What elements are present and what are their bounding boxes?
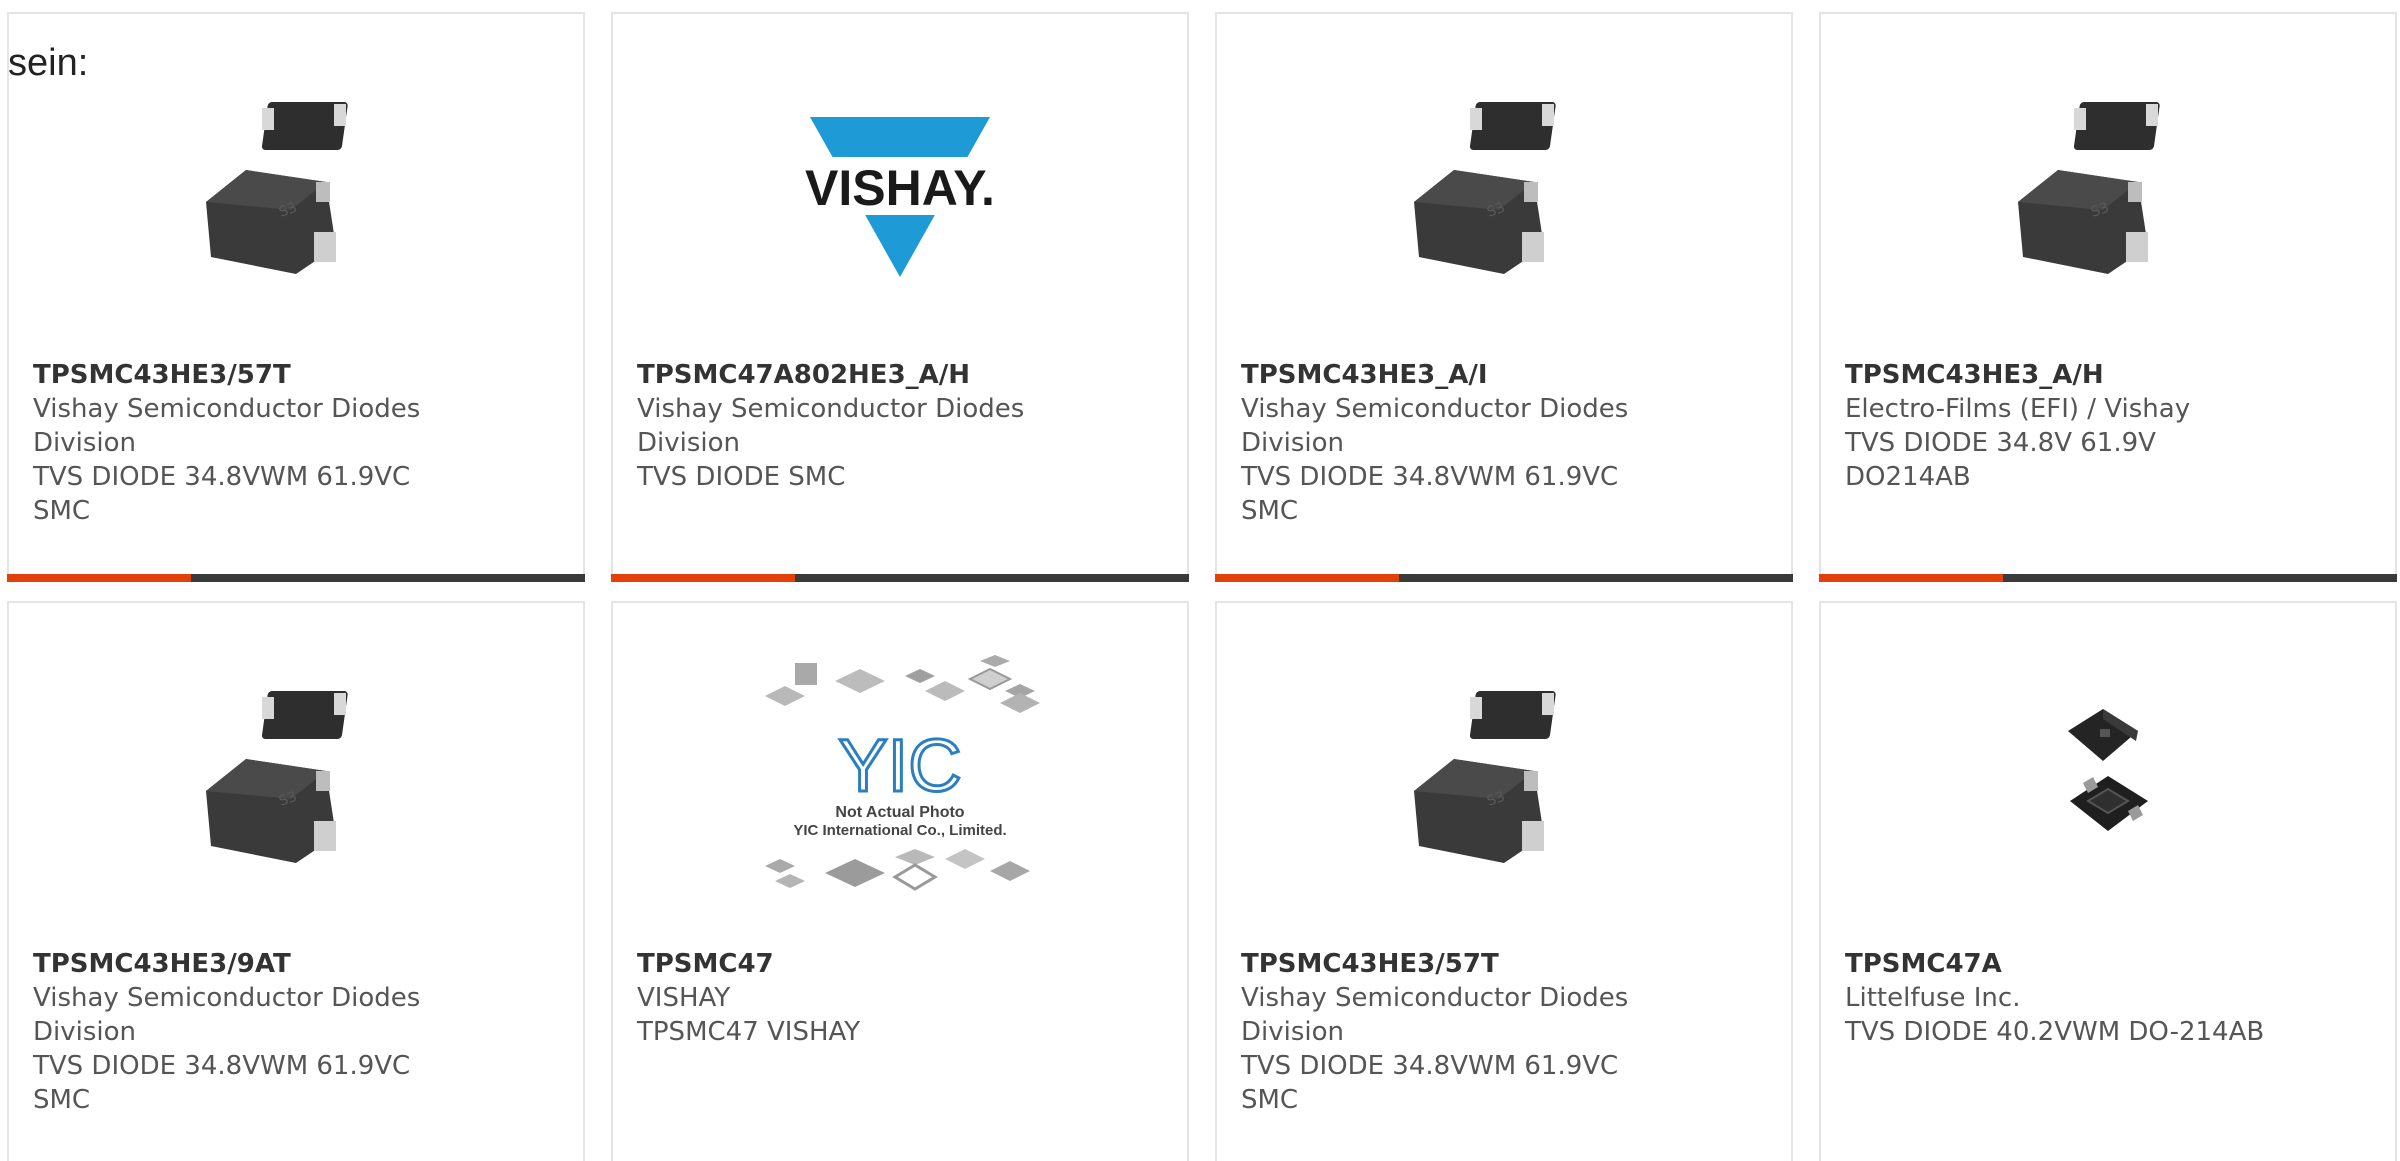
product-info: TPSMC47A802HE3_A/H Vishay Semiconductor … — [637, 358, 1163, 494]
manufacturer: Littelfuse Inc. — [1845, 983, 2021, 1013]
description: TPSMC47 VISHAY — [637, 1017, 861, 1047]
card-bottom-bar — [1819, 574, 2397, 582]
part-number[interactable]: TPSMC43HE3/57T — [33, 358, 559, 392]
card-bottom-bar — [611, 574, 1189, 582]
product-info: TPSMC43HE3_A/H Electro-Films (EFI) / Vis… — [1845, 358, 2371, 494]
product-info: TPSMC43HE3/57T Vishay Semiconductor Diod… — [33, 358, 559, 528]
manufacturer: Vishay Semiconductor Diodes Division — [1241, 983, 1629, 1047]
description: TVS DIODE 40.2VWM DO-214AB — [1845, 1017, 2265, 1047]
manufacturer: Vishay Semiconductor Diodes Division — [637, 394, 1025, 458]
smc-package-photo: S3 — [2018, 102, 2160, 274]
description: TVS DIODE 34.8VWM 61.9VC SMC — [1241, 462, 1619, 526]
description: TVS DIODE 34.8VWM 61.9VC SMC — [1241, 1051, 1619, 1115]
product-info: TPSMC47 VISHAY TPSMC47 VISHAY — [637, 947, 1163, 1049]
part-number[interactable]: TPSMC47A — [1845, 947, 2371, 981]
product-info: TPSMC47A Littelfuse Inc. TVS DIODE 40.2V… — [1845, 947, 2371, 1049]
manufacturer: Vishay Semiconductor Diodes Division — [33, 394, 421, 458]
product-card[interactable]: S3 TPSMC43HE3/57T Vishay Semiconductor D… — [1215, 601, 1793, 1161]
product-card[interactable]: S3 TPSMC43HE3_A/I Vishay Semiconductor D… — [1215, 12, 1793, 582]
part-number[interactable]: TPSMC43HE3_A/I — [1241, 358, 1767, 392]
product-card[interactable]: S3 TPSMC43HE3/9AT Vishay Semiconductor D… — [7, 601, 585, 1161]
vishay-logo-text: VISHAY. — [805, 160, 995, 216]
product-image-area: VISHAY. — [613, 66, 1187, 308]
product-image-area: S3 — [9, 655, 583, 897]
part-number[interactable]: TPSMC43HE3/9AT — [33, 947, 559, 981]
smc-package-photo: S3 — [206, 691, 348, 863]
vishay-logo: VISHAY. — [780, 117, 1020, 277]
product-card[interactable]: VISHAY. TPSMC47A802HE3_A/H Vishay Semico… — [611, 12, 1189, 582]
smc-package-photo: S3 — [1414, 102, 1556, 274]
do214-package-photo — [2068, 709, 2148, 831]
product-image-area: S3 — [9, 66, 583, 308]
smc-package-photo: S3 — [206, 102, 348, 274]
part-number[interactable]: TPSMC43HE3_A/H — [1845, 358, 2371, 392]
yic-placeholder-image: YIC Not Actual Photo YIC International C… — [765, 655, 1040, 891]
not-actual-photo-label: Not Actual Photo — [835, 804, 964, 821]
card-bottom-bar — [7, 574, 585, 582]
description: TVS DIODE SMC — [637, 462, 846, 492]
description: TVS DIODE 34.8VWM 61.9VC SMC — [33, 1051, 411, 1115]
smc-package-photo: S3 — [1414, 691, 1556, 863]
product-info: TPSMC43HE3_A/I Vishay Semiconductor Diod… — [1241, 358, 1767, 528]
product-card[interactable]: S3 TPSMC43HE3/57T Vishay Semiconductor D… — [7, 12, 585, 582]
description: TVS DIODE 34.8VWM 61.9VC SMC — [33, 462, 411, 526]
product-image-area — [1821, 655, 2395, 897]
card-accent-bar — [7, 574, 191, 582]
product-image-area: S3 — [1821, 66, 2395, 308]
card-accent-bar — [1819, 574, 2003, 582]
product-info: TPSMC43HE3/9AT Vishay Semiconductor Diod… — [33, 947, 559, 1117]
manufacturer: Vishay Semiconductor Diodes Division — [1241, 394, 1629, 458]
part-number[interactable]: TPSMC47 — [637, 947, 1163, 981]
product-info: TPSMC43HE3/57T Vishay Semiconductor Diod… — [1241, 947, 1767, 1117]
product-image-area: S3 — [1217, 66, 1791, 308]
card-bottom-bar — [1215, 574, 1793, 582]
product-card[interactable]: S3 TPSMC43HE3_A/H Electro-Films (EFI) / … — [1819, 12, 2397, 582]
part-number[interactable]: TPSMC47A802HE3_A/H — [637, 358, 1163, 392]
product-card[interactable]: TPSMC47A Littelfuse Inc. TVS DIODE 40.2V… — [1819, 601, 2397, 1161]
product-card[interactable]: YIC Not Actual Photo YIC International C… — [611, 601, 1189, 1161]
part-number[interactable]: TPSMC43HE3/57T — [1241, 947, 1767, 981]
product-image-area: S3 — [1217, 655, 1791, 897]
description: TVS DIODE 34.8V 61.9V DO214AB — [1845, 428, 2156, 492]
card-accent-bar — [1215, 574, 1399, 582]
card-accent-bar — [611, 574, 795, 582]
product-grid-page: sein: S3 TPSMC43HE3/57T Vishay Semicondu… — [0, 0, 2400, 1161]
product-image-area: YIC Not Actual Photo YIC International C… — [613, 655, 1187, 897]
yic-company-label: YIC International Co., Limited. — [793, 822, 1006, 839]
manufacturer: Electro-Films (EFI) / Vishay — [1845, 394, 2191, 424]
intro-text: sein: — [8, 42, 89, 84]
manufacturer: Vishay Semiconductor Diodes Division — [33, 983, 421, 1047]
yic-logo: YIC — [838, 724, 961, 807]
manufacturer: VISHAY — [637, 983, 731, 1013]
